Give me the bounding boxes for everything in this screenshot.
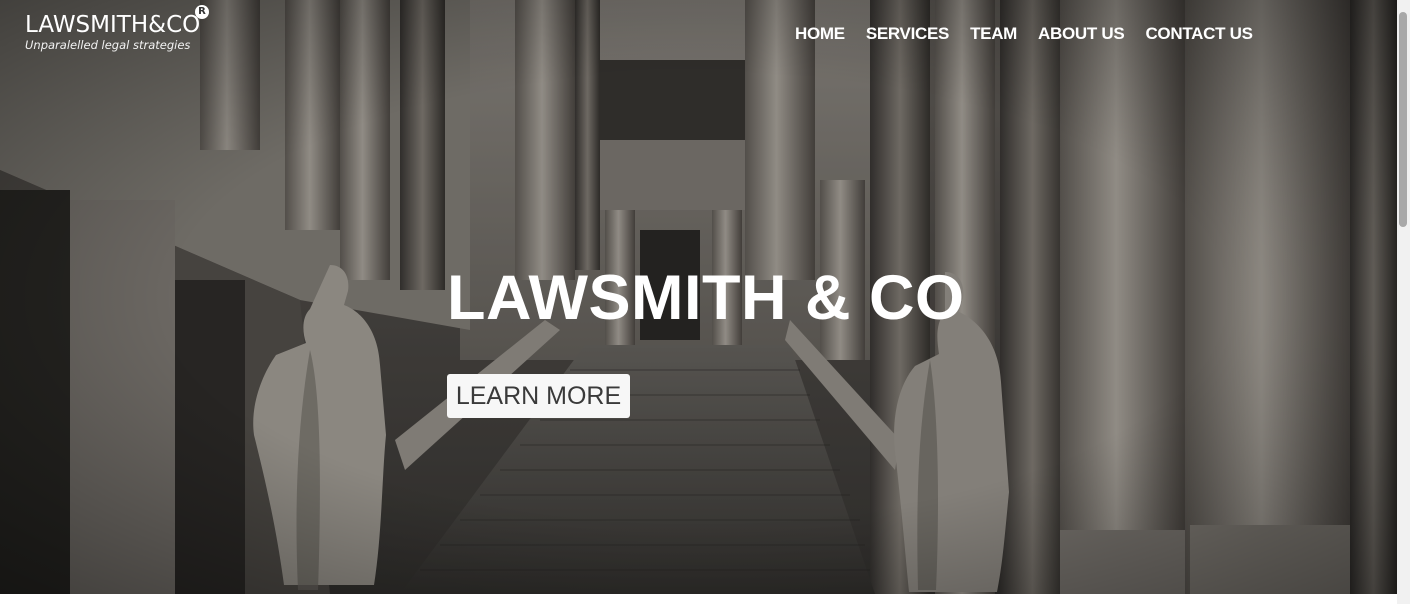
brand-tagline: Unparalelled legal strategies [25, 38, 191, 52]
hero-section: LAWSMITH&CO R Unparalelled legal strateg… [0, 0, 1397, 594]
learn-more-button[interactable]: LEARN MORE [447, 374, 630, 418]
brand-logo[interactable]: LAWSMITH&CO R Unparalelled legal strateg… [25, 5, 209, 52]
nav-item-services[interactable]: SERVICES [866, 24, 950, 44]
nav-item-home[interactable]: HOME [795, 24, 845, 44]
nav-item-about-us[interactable]: ABOUT US [1038, 24, 1125, 44]
scrollbar-thumb[interactable] [1399, 12, 1407, 227]
page-bottom-strip [0, 594, 1397, 604]
brand-name: LAWSMITH&CO [25, 12, 201, 38]
vertical-scrollbar[interactable] [1397, 0, 1410, 604]
main-nav: HOME SERVICES TEAM ABOUT US CONTACT US [795, 24, 1274, 44]
nav-item-contact-us[interactable]: CONTACT US [1145, 24, 1252, 44]
registered-mark-icon: R [195, 5, 209, 19]
nav-item-team[interactable]: TEAM [970, 24, 1017, 44]
hero-title: LAWSMITH & CO [447, 263, 965, 333]
